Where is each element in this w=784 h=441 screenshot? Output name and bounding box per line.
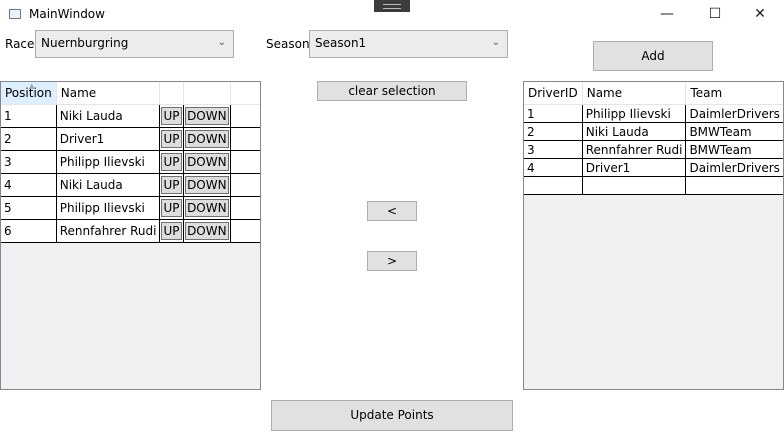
- maximize-button[interactable]: ☐: [700, 5, 730, 25]
- results-grid[interactable]: ▲ Position Name 1 Niki Lauda UP DOWN 2 Driver…: [0, 81, 261, 390]
- filler-cell: [230, 150, 260, 174]
- up-cell: UP: [159, 150, 185, 174]
- team-cell: BMWTeam: [685, 140, 783, 159]
- position-cell: 5: [1, 196, 57, 220]
- table-row[interactable]: 5 Philipp Ilievski UP DOWN: [1, 196, 260, 220]
- up-button[interactable]: UP: [161, 153, 182, 171]
- name-cell: Rennfahrer Rudi: [582, 140, 687, 159]
- down-cell: DOWN: [183, 150, 231, 174]
- column-header-team[interactable]: Team: [685, 82, 783, 105]
- table-row[interactable]: 2 Niki Lauda BMWTeam: [524, 122, 783, 141]
- down-cell: DOWN: [183, 196, 231, 220]
- position-cell: 2: [1, 127, 57, 151]
- minimize-button[interactable]: —: [652, 5, 682, 25]
- new-row-placeholder[interactable]: [524, 176, 783, 195]
- up-cell: UP: [159, 104, 185, 128]
- up-button[interactable]: UP: [161, 199, 182, 217]
- filler-cell: [230, 104, 260, 128]
- clear-selection-button[interactable]: clear selection: [317, 81, 467, 101]
- up-button[interactable]: UP: [161, 130, 182, 148]
- driverid-cell: 4: [524, 158, 583, 177]
- table-row[interactable]: 6 Rennfahrer Rudi UP DOWN: [1, 219, 260, 243]
- name-cell: Driver1: [56, 127, 161, 151]
- down-button[interactable]: DOWN: [185, 130, 229, 148]
- down-button[interactable]: DOWN: [185, 107, 229, 125]
- move-left-button[interactable]: <: [367, 201, 417, 221]
- empty-cell: [524, 176, 583, 195]
- race-label: Race: [5, 37, 35, 51]
- down-button[interactable]: DOWN: [185, 222, 229, 240]
- close-button[interactable]: ✕: [745, 5, 775, 25]
- up-cell: UP: [159, 127, 185, 151]
- name-cell: Niki Lauda: [56, 104, 161, 128]
- table-row[interactable]: 1 Philipp Ilievski DaimlerDrivers: [524, 104, 783, 123]
- up-cell: UP: [159, 219, 185, 243]
- chevron-down-icon: ⌄: [491, 37, 500, 48]
- name-cell: Niki Lauda: [56, 173, 161, 197]
- table-row[interactable]: 4 Driver1 DaimlerDrivers: [524, 158, 783, 177]
- sort-ascending-icon: ▲: [29, 82, 35, 90]
- up-cell: UP: [159, 173, 185, 197]
- up-cell: UP: [159, 196, 185, 220]
- name-cell: Rennfahrer Rudi: [56, 219, 161, 243]
- down-cell: DOWN: [183, 104, 231, 128]
- driverid-cell: 2: [524, 122, 583, 141]
- drag-grip-icon[interactable]: [374, 0, 410, 12]
- season-select[interactable]: Season1 ⌄: [309, 30, 508, 58]
- empty-cell: [582, 176, 687, 195]
- position-cell: 1: [1, 104, 57, 128]
- down-button[interactable]: DOWN: [185, 153, 229, 171]
- up-button[interactable]: UP: [161, 176, 182, 194]
- down-button[interactable]: DOWN: [185, 176, 229, 194]
- down-cell: DOWN: [183, 219, 231, 243]
- chevron-down-icon: ⌄: [217, 37, 226, 48]
- down-button[interactable]: DOWN: [185, 199, 229, 217]
- season-selected-value: Season1: [315, 36, 367, 50]
- app-window-icon: [9, 9, 21, 19]
- up-button[interactable]: UP: [161, 107, 182, 125]
- table-row[interactable]: 4 Niki Lauda UP DOWN: [1, 173, 260, 197]
- filler-cell: [230, 173, 260, 197]
- position-cell: 6: [1, 219, 57, 243]
- down-cell: DOWN: [183, 173, 231, 197]
- column-header-down: [183, 82, 231, 105]
- column-header-up: [159, 82, 185, 105]
- table-row[interactable]: 3 Philipp Ilievski UP DOWN: [1, 150, 260, 174]
- down-cell: DOWN: [183, 127, 231, 151]
- drivers-grid[interactable]: DriverID Name Team 1 Philipp Ilievski Daim…: [523, 81, 784, 390]
- race-select[interactable]: Nuernburgring ⌄: [35, 30, 234, 58]
- name-cell: Philipp Ilievski: [56, 196, 161, 220]
- team-cell: DaimlerDrivers: [685, 158, 783, 177]
- table-row[interactable]: 1 Niki Lauda UP DOWN: [1, 104, 260, 128]
- filler-cell: [230, 127, 260, 151]
- position-cell: 4: [1, 173, 57, 197]
- update-points-button[interactable]: Update Points: [271, 400, 513, 431]
- up-button[interactable]: UP: [161, 222, 182, 240]
- name-cell: Driver1: [582, 158, 687, 177]
- driverid-cell: 3: [524, 140, 583, 159]
- move-right-button[interactable]: >: [367, 251, 417, 271]
- column-header-name[interactable]: Name: [582, 82, 687, 105]
- team-cell: DaimlerDrivers: [685, 104, 783, 123]
- filler-cell: [230, 196, 260, 220]
- column-header-driverid[interactable]: DriverID: [524, 82, 583, 105]
- table-row[interactable]: 2 Driver1 UP DOWN: [1, 127, 260, 151]
- position-cell: 3: [1, 150, 57, 174]
- team-cell: BMWTeam: [685, 122, 783, 141]
- column-header-position[interactable]: ▲ Position: [1, 82, 57, 105]
- name-cell: Philipp Ilievski: [56, 150, 161, 174]
- driverid-cell: 1: [524, 104, 583, 123]
- name-cell: Niki Lauda: [582, 122, 687, 141]
- name-cell: Philipp Ilievski: [582, 104, 687, 123]
- window-title: MainWindow: [29, 7, 105, 21]
- table-row[interactable]: 3 Rennfahrer Rudi BMWTeam: [524, 140, 783, 159]
- season-label: Season: [266, 37, 310, 51]
- column-header-name[interactable]: Name: [56, 82, 161, 105]
- filler-cell: [230, 219, 260, 243]
- empty-cell: [685, 176, 783, 195]
- race-selected-value: Nuernburgring: [41, 36, 129, 50]
- add-button[interactable]: Add: [593, 41, 713, 71]
- column-header-filler: [230, 82, 260, 105]
